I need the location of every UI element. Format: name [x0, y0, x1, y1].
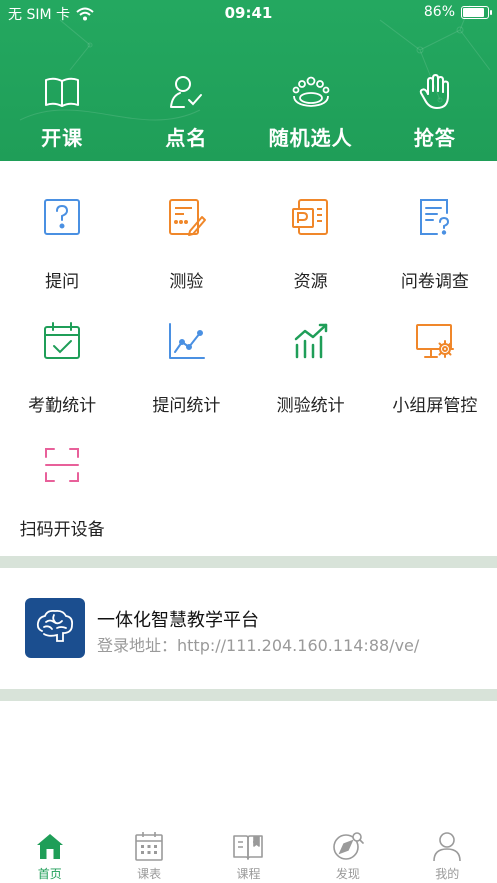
grid-item-quiz[interactable]: 测验 [124, 175, 248, 299]
tab-label: 首页 [37, 867, 62, 881]
battery-percent: 86% [423, 4, 455, 20]
grid-item-group-screen-control[interactable]: 小组屏管控 [373, 299, 497, 423]
grid-item-label: 测验统计 [276, 396, 345, 416]
tab-home[interactable]: 首页 [0, 823, 99, 883]
status-bar: 无 SIM 卡 09:41 86% [0, 0, 497, 28]
status-right: 86% [423, 4, 492, 20]
top-action-label: 随机选人 [268, 126, 353, 150]
grid-row: 扫码开设备 [0, 423, 497, 547]
tab-label: 课表 [137, 867, 162, 881]
battery-fill [463, 7, 484, 17]
platform-card[interactable]: 一体化智慧教学平台 登录地址：http://111.204.160.114:88… [0, 568, 497, 689]
grid-item-scan-device[interactable]: 扫码开设备 [0, 423, 124, 547]
section-divider [0, 556, 497, 568]
calendar-icon [135, 832, 163, 861]
course-book-icon [233, 835, 264, 860]
roll-call-icon [170, 76, 203, 108]
open-book-icon [45, 77, 80, 107]
attendance-icon [44, 322, 81, 359]
quiz-icon [169, 199, 207, 236]
compass-icon [333, 832, 364, 860]
user-icon [433, 832, 462, 862]
grid-item-label: 扫码开设备 [19, 520, 105, 540]
top-action-quick-answer[interactable]: 抢答 [373, 72, 497, 151]
grid-item-label: 测验 [169, 272, 204, 292]
top-action-label: 抢答 [413, 126, 456, 150]
scan-icon [45, 448, 80, 482]
grid-item-label: 小组屏管控 [392, 396, 478, 416]
resource-icon [291, 199, 328, 235]
grid-item-survey[interactable]: 问卷调查 [373, 175, 497, 299]
tab-label: 课程 [236, 867, 261, 881]
tab-label: 我的 [435, 867, 460, 881]
grid-item-label: 提问 [45, 272, 80, 292]
grid-row: 提问 测验 资源 问卷调查 [0, 175, 497, 299]
group-icon [292, 76, 330, 107]
line-chart-icon [169, 323, 206, 359]
grid-item-label: 考勤统计 [28, 396, 97, 416]
feature-grid: 提问 测验 资源 问卷调查 考勤统计 提问统计 测验统计 小组屏管控 扫码开设备 [0, 175, 497, 547]
status-time: 09:41 [224, 4, 273, 22]
section-divider [0, 689, 497, 701]
top-actions: 开课 点名 随机选人 抢答 [0, 72, 497, 151]
hand-icon [419, 74, 449, 109]
platform-address: 登录地址：http://111.204.160.114:88/ve/ [97, 636, 420, 655]
brain-icon [36, 609, 74, 642]
tab-discover[interactable]: 发现 [298, 823, 397, 883]
grid-item-attendance-stats[interactable]: 考勤统计 [0, 299, 124, 423]
tab-schedule[interactable]: 课表 [99, 823, 198, 883]
home-icon [36, 834, 63, 859]
bar-chart-icon [294, 323, 327, 359]
survey-icon [419, 199, 449, 235]
top-action-open-class[interactable]: 开课 [0, 72, 124, 151]
tab-course[interactable]: 课程 [199, 823, 298, 883]
grid-item-quiz-stats[interactable]: 测验统计 [249, 299, 373, 423]
grid-item-resource[interactable]: 资源 [249, 175, 373, 299]
platform-name: 一体化智慧教学平台 [97, 610, 259, 631]
header: 无 SIM 卡 09:41 86% 开课 点名 随机选人 抢答 [0, 0, 497, 161]
question-icon [44, 199, 81, 235]
battery-icon [461, 5, 492, 19]
tab-bar: 首页 课表 课程 发现 我的 [0, 823, 497, 883]
grid-item-label: 资源 [293, 272, 328, 292]
platform-logo [25, 598, 85, 658]
grid-row: 考勤统计 提问统计 测验统计 小组屏管控 [0, 299, 497, 423]
top-action-roll-call[interactable]: 点名 [124, 72, 248, 151]
grid-item-question[interactable]: 提问 [0, 175, 124, 299]
tab-label: 发现 [335, 867, 360, 881]
top-action-label: 点名 [165, 126, 208, 150]
grid-item-question-stats[interactable]: 提问统计 [124, 299, 248, 423]
top-action-label: 开课 [41, 126, 84, 150]
grid-item-label: 提问统计 [152, 396, 221, 416]
tab-mine[interactable]: 我的 [398, 823, 497, 883]
grid-item-label: 问卷调查 [400, 272, 469, 292]
screen-settings-icon [415, 324, 454, 358]
top-action-random-pick[interactable]: 随机选人 [249, 72, 373, 151]
